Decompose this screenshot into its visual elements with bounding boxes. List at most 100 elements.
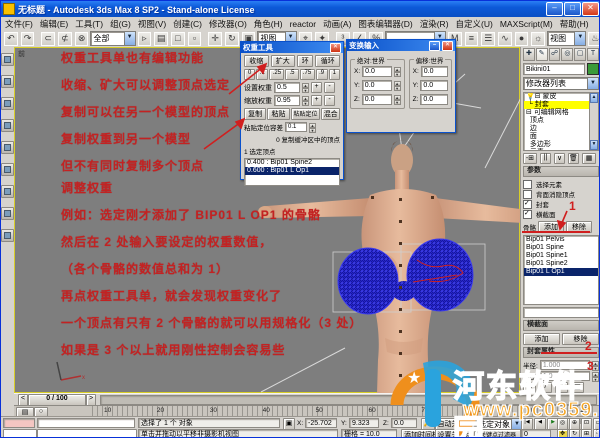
spinner[interactable]: ▲▼ — [394, 81, 401, 90]
spinner[interactable]: ▲▼ — [394, 67, 401, 76]
material-editor-icon[interactable]: ☼ — [530, 31, 546, 47]
redo-icon[interactable]: ↷ — [20, 31, 36, 47]
remove-bone-button[interactable]: 移除 — [566, 221, 592, 233]
offset-z-field[interactable]: 0.0 — [420, 94, 448, 105]
scale-weight-spinner[interactable]: ▲▼ — [302, 96, 309, 105]
menu-graph-editors[interactable]: 图表编辑器(D) — [358, 18, 412, 30]
weight-minus-button[interactable]: - — [324, 82, 335, 93]
modify-tab-icon[interactable]: ✎ — [536, 48, 548, 61]
stack-item-editable-mesh[interactable]: ⊟ 可编辑网格 — [524, 109, 598, 117]
paste-tolerance-spinner[interactable]: ▲▼ — [309, 123, 316, 131]
squash-spinner[interactable]: ▲▼ — [592, 372, 599, 380]
falloff-curve-icon[interactable]: J — [555, 382, 568, 393]
menu-customize[interactable]: 自定义(U) — [456, 18, 493, 30]
weight-entry[interactable]: 0.600 : Bip01 L Op1 — [245, 167, 339, 175]
transform-titlebar[interactable]: 变换输入 – ✕ — [347, 40, 455, 51]
menu-rendering[interactable]: 渲染(R) — [420, 18, 449, 30]
offset-x-field[interactable]: 0.0 — [421, 66, 448, 77]
quick-render-icon[interactable]: ♨ — [587, 31, 600, 47]
display-tab-icon[interactable]: ▢ — [574, 48, 586, 61]
rectangular-region-icon[interactable]: □ — [170, 31, 186, 47]
stack-item-envelope[interactable]: └ 封套 — [524, 101, 598, 109]
motion-tab-icon[interactable]: ◎ — [561, 48, 573, 61]
bone-search-field[interactable] — [523, 307, 599, 318]
render-preset-dropdown[interactable]: 视图▼ — [547, 31, 586, 46]
x-coordinate-field[interactable]: -25.702 — [305, 418, 337, 428]
bone-item[interactable]: Bip01 Spine — [524, 244, 598, 252]
layers-icon[interactable] — [1, 163, 14, 176]
unlink-icon[interactable]: ⊄ — [57, 31, 73, 47]
falloff-a-icon[interactable]: A — [523, 382, 536, 393]
set-key-toggle-icon[interactable]: 🔑 — [421, 418, 435, 430]
helpers-icon[interactable] — [1, 141, 14, 154]
stack-item-edge[interactable]: 边 — [524, 125, 598, 133]
bone-item[interactable]: Bip01 Spine2 — [524, 260, 598, 268]
weight-preset-button[interactable]: 1 — [329, 69, 340, 80]
menu-help[interactable]: 帮助(H) — [560, 18, 589, 30]
chevron-down-icon[interactable]: ▼ — [124, 32, 135, 45]
spinner[interactable]: ▲▼ — [394, 95, 401, 104]
layer-manager-icon[interactable]: ☰ — [480, 31, 496, 47]
utilities-icon[interactable] — [1, 229, 14, 242]
blend-button[interactable]: 混合 — [321, 108, 340, 120]
maximize-viewport-icon[interactable]: ⊞ — [581, 429, 592, 438]
copy-envelope-icon[interactable]: ▦ — [571, 382, 584, 393]
mini-listener-field2[interactable] — [37, 429, 137, 438]
remove-modifier-icon[interactable]: 🗑 — [568, 153, 579, 164]
scale-weight-field[interactable]: 0.95 — [274, 95, 300, 106]
backface-cull-checkbox[interactable] — [523, 190, 532, 199]
weight-preset-button[interactable]: .1 — [256, 69, 268, 80]
cross-sections-checkbox[interactable] — [523, 210, 532, 219]
shrink-button[interactable]: 收缩 — [244, 55, 269, 67]
envelopes-checkbox[interactable] — [523, 200, 532, 209]
bone-list[interactable]: Bip01 Pelvis Bip01 Spine Bip01 Spine1 Bi… — [523, 235, 599, 305]
abs-x-field[interactable]: 0.0 — [362, 66, 391, 77]
weight-entry[interactable]: 0.400 : Bip01 Spine2 — [245, 159, 339, 167]
stack-item-polygon[interactable]: 多边形 — [524, 141, 598, 149]
z-coordinate-field[interactable]: 0.0 — [391, 418, 417, 428]
utilities-tab-icon[interactable]: T — [587, 48, 599, 61]
abs-z-field[interactable]: 0.0 — [362, 94, 392, 105]
window-crossing-icon[interactable]: ▫ — [187, 31, 203, 47]
chevron-down-icon[interactable]: ▼ — [587, 78, 598, 89]
undo-icon[interactable]: ↶ — [3, 31, 19, 47]
ring-button[interactable]: 环 — [297, 55, 313, 67]
move-icon[interactable]: ✛ — [207, 31, 223, 47]
weight-preset-button[interactable]: .9 — [316, 69, 328, 80]
current-frame-field[interactable]: 0 — [521, 429, 551, 438]
arc-rotate-icon[interactable]: ↻ — [569, 429, 580, 438]
menu-modifiers[interactable]: 修改器(O) — [209, 18, 247, 30]
link-icon[interactable]: ⊂ — [40, 31, 56, 47]
listener-field[interactable] — [37, 418, 135, 428]
falloff-linear-icon[interactable]: / — [539, 382, 552, 393]
modifier-stack[interactable]: 💡⊟ 蒙皮 └ 封套 ⊟ 可编辑网格 顶点 边 面 多边形 元素 ▲▼ — [523, 92, 599, 151]
squash-field[interactable]: 1.0 — [540, 371, 590, 381]
menu-reactor[interactable]: reactor — [290, 19, 316, 29]
rotate-icon[interactable]: ↻ — [224, 31, 240, 47]
maximize-button[interactable]: □ — [564, 2, 581, 16]
configure-icon[interactable]: ▦ — [582, 153, 596, 164]
minimize-button[interactable]: – — [546, 2, 563, 16]
hierarchy-tab-icon[interactable]: ☍ — [549, 48, 561, 61]
close-icon[interactable]: ✕ — [330, 43, 341, 53]
menu-create[interactable]: 创建(C) — [173, 18, 202, 30]
grow-button[interactable]: 扩大 — [271, 55, 296, 67]
align-icon[interactable]: ≡ — [464, 31, 480, 47]
vertex-weight-list[interactable]: 0.400 : Bip01 Spine2 0.600 : Bip01 L Op1 — [244, 158, 340, 186]
axis-constraint-icon[interactable] — [1, 119, 14, 132]
menu-character[interactable]: 角色(H) — [254, 18, 283, 30]
menu-edit[interactable]: 编辑(E) — [40, 18, 68, 30]
menu-maxscript[interactable]: MAXScript(M) — [500, 19, 553, 29]
weight-tool-titlebar[interactable]: 权重工具 ✕ — [241, 42, 343, 53]
stack-item-vertex[interactable]: 顶点 — [524, 117, 598, 125]
weight-preset-button[interactable]: 0 — [244, 69, 255, 80]
menu-tools[interactable]: 工具(T) — [75, 18, 103, 30]
set-weight-field[interactable]: 0.5 — [274, 82, 300, 93]
create-tab-icon[interactable]: ✚ — [523, 48, 535, 61]
stack-item-face[interactable]: 面 — [524, 133, 598, 141]
key-filters-button[interactable]: 关键点过滤器 — [475, 429, 521, 438]
radius-field[interactable]: 1.000 — [540, 360, 590, 370]
mini-listener-field[interactable] — [3, 429, 37, 438]
paste-position-button[interactable]: 粘贴定位 — [291, 108, 321, 120]
snapshot-icon[interactable] — [1, 207, 14, 220]
